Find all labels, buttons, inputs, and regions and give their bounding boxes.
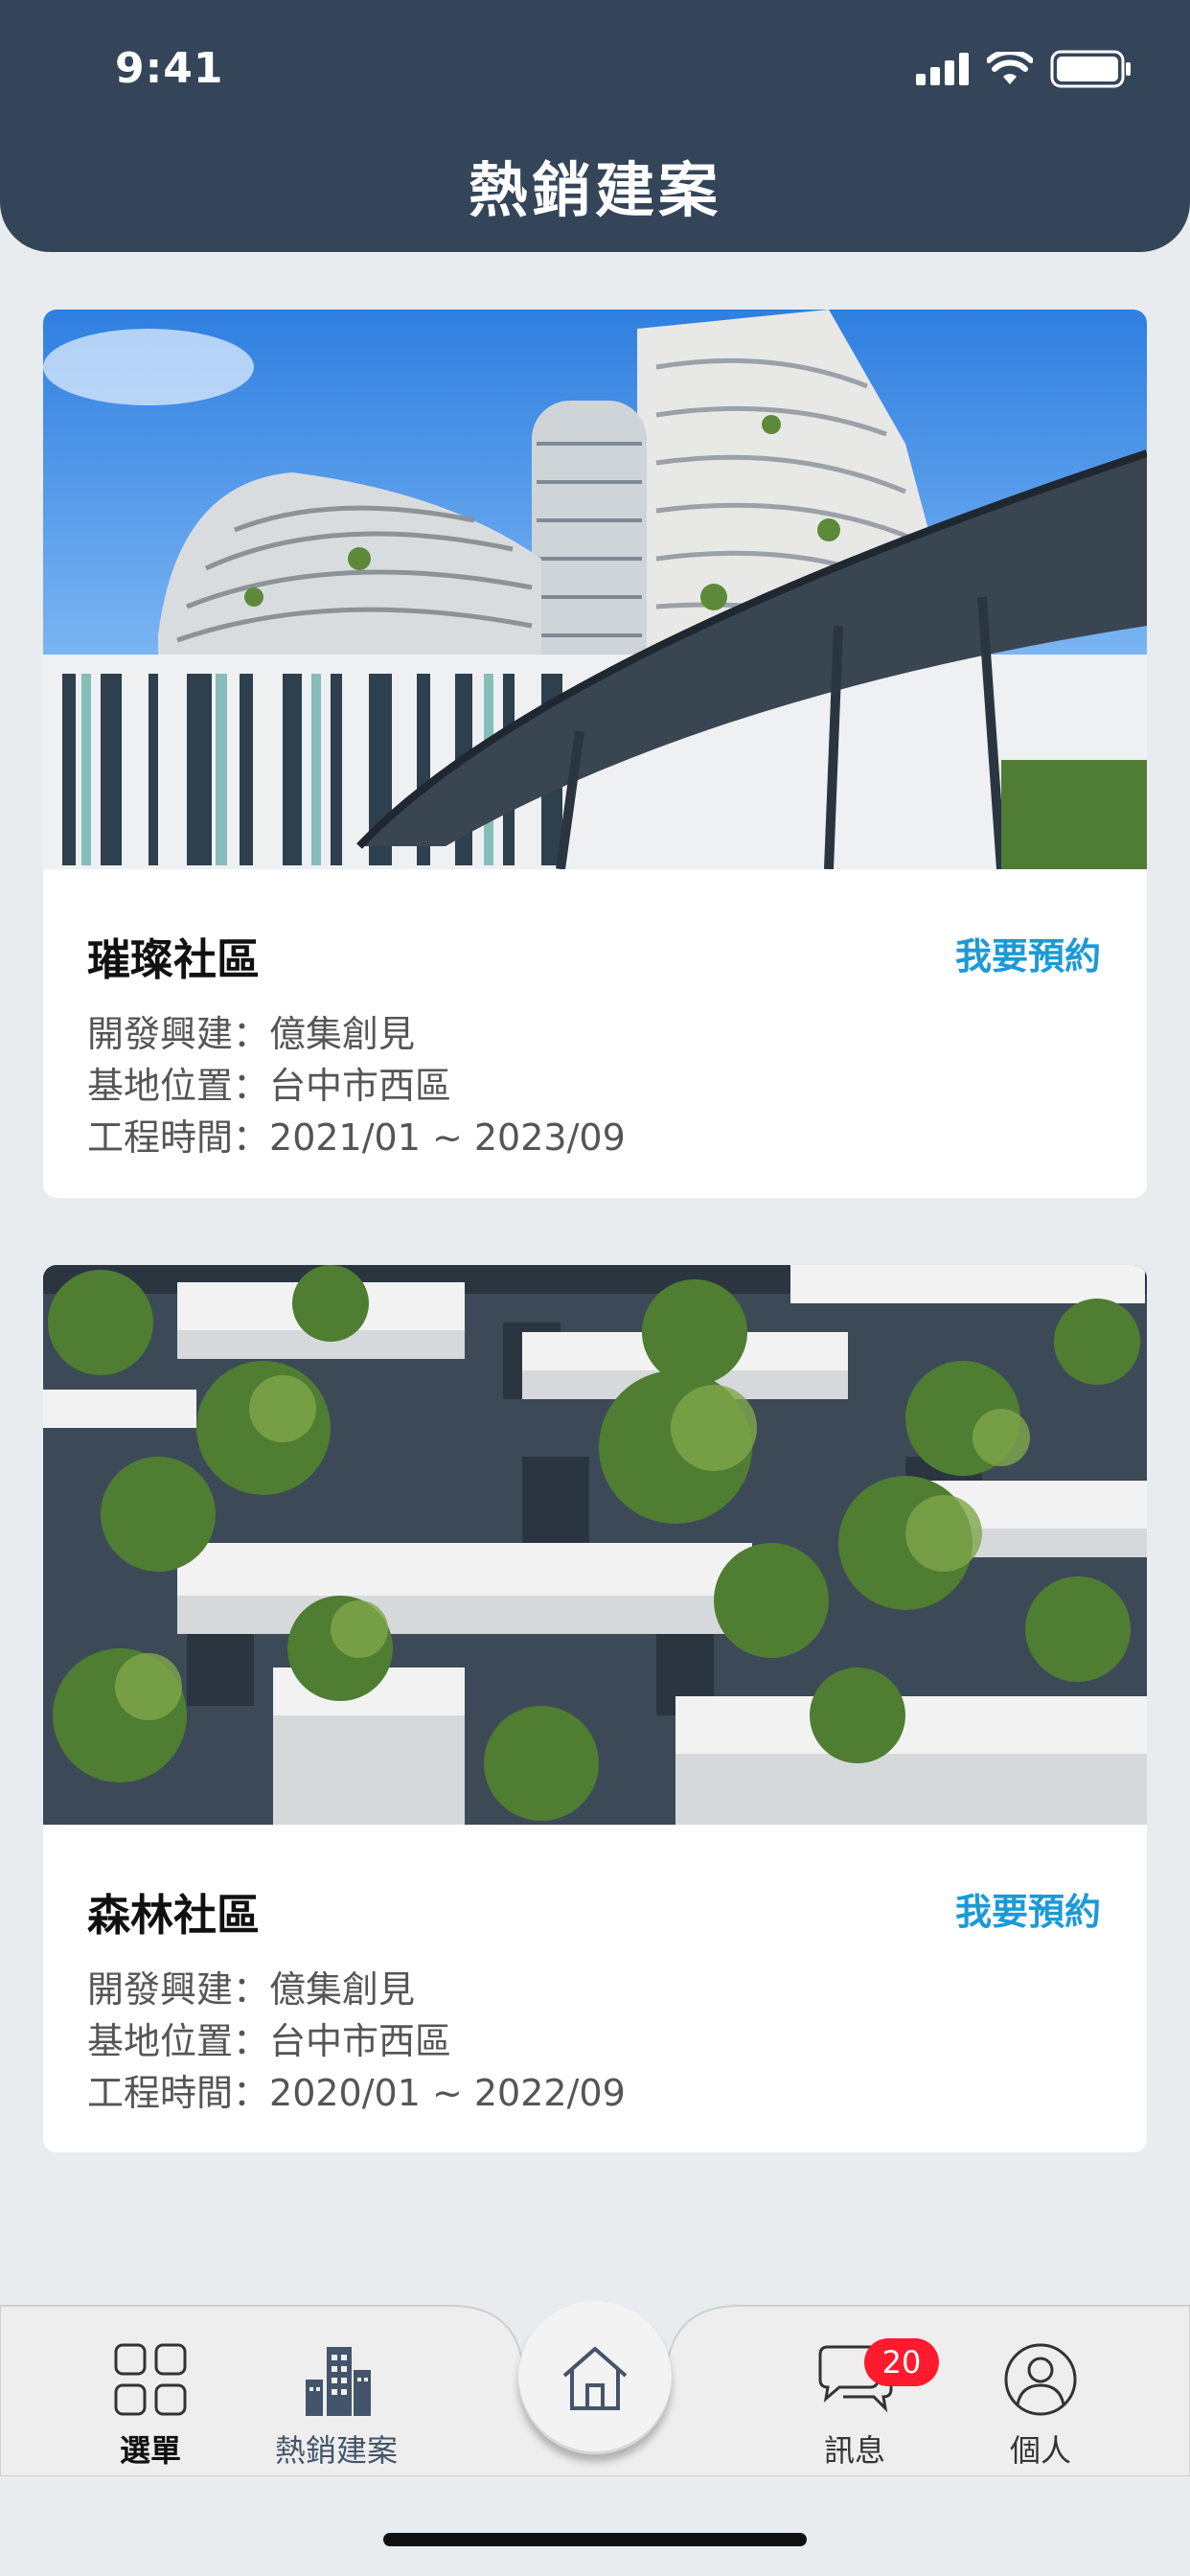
period-value: 2021/01 ~ 2023/09	[269, 1116, 626, 1159]
developer-value: 億集創見	[269, 1968, 416, 2011]
developer-line: 開發興建：億集創見	[87, 1960, 415, 2012]
project-image	[43, 1265, 1147, 1825]
project-image	[43, 310, 1147, 869]
nav-hot-label: 熱銷建案	[274, 2432, 398, 2469]
nav-hot-projects[interactable]: 熱銷建案	[260, 2338, 413, 2471]
home-button[interactable]	[518, 2301, 672, 2454]
status-icons	[916, 50, 1133, 88]
project-name: 森林社區	[87, 1890, 261, 1941]
developer-value: 億集創見	[269, 1013, 416, 1055]
period-line: 工程時間：2021/01 ~ 2023/09	[87, 1108, 626, 1161]
reserve-button[interactable]: 我要預約	[955, 927, 1101, 979]
project-card[interactable]: 森林社區 我要預約 開發興建：億集創見 基地位置：台中市西區 工程時間：2020…	[43, 1265, 1147, 2152]
project-name: 璀璨社區	[87, 934, 261, 985]
buildings-icon	[306, 2347, 371, 2416]
nav-messages-label: 訊息	[823, 2432, 885, 2469]
reserve-button[interactable]: 我要預約	[955, 1882, 1101, 1935]
location-line: 基地位置：台中市西區	[87, 1056, 451, 1109]
nav-menu[interactable]: 選單	[74, 2338, 227, 2471]
location-label: 基地位置：	[87, 1065, 270, 1107]
home-indicator	[383, 2533, 807, 2546]
period-value: 2020/01 ~ 2022/09	[269, 2072, 626, 2114]
app-header: 9:41 熱銷建案	[0, 0, 1190, 252]
nav-messages[interactable]: 20 訊息	[778, 2338, 939, 2471]
status-time: 9:41	[115, 44, 224, 93]
location-value: 台中市西區	[269, 2020, 452, 2062]
location-label: 基地位置：	[87, 2020, 270, 2062]
period-label: 工程時間：	[87, 1116, 270, 1159]
user-profile-icon	[1004, 2343, 1077, 2416]
signal-icon	[916, 53, 969, 85]
nav-profile-label: 個人	[1009, 2432, 1071, 2469]
wifi-icon	[987, 52, 1033, 84]
project-card[interactable]: 璀璨社區 我要預約 開發興建：億集創見 基地位置：台中市西區 工程時間：2021…	[43, 310, 1147, 1198]
nav-profile[interactable]: 個人	[964, 2338, 1117, 2471]
grid-menu-icon	[114, 2343, 187, 2416]
developer-label: 開發興建：	[87, 1968, 270, 2011]
battery-icon	[1050, 50, 1131, 88]
location-value: 台中市西區	[269, 1065, 452, 1107]
home-icon	[562, 2347, 628, 2410]
period-line: 工程時間：2020/01 ~ 2022/09	[87, 2063, 626, 2116]
developer-label: 開發興建：	[87, 1013, 270, 1055]
messages-badge: 20	[864, 2338, 939, 2386]
location-line: 基地位置：台中市西區	[87, 2012, 451, 2064]
developer-line: 開發興建：億集創見	[87, 1004, 415, 1057]
period-label: 工程時間：	[87, 2072, 270, 2114]
page-title: 熱銷建案	[468, 155, 721, 225]
nav-menu-label: 選單	[119, 2432, 181, 2469]
